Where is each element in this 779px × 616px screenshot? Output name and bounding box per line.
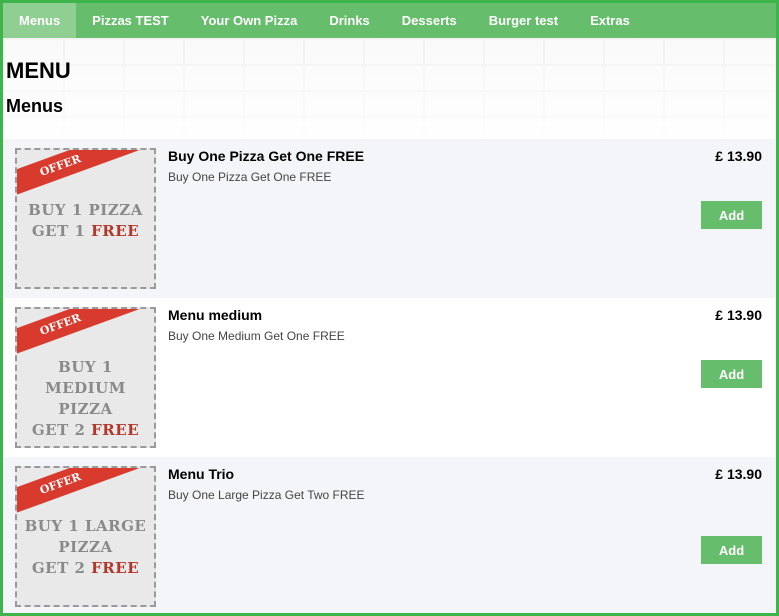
offer-text: BUY 1 MEDIUM PIZZA GET 2 FREE — [17, 357, 154, 441]
nav-item-your-own-pizza[interactable]: Your Own Pizza — [185, 3, 314, 38]
offer-line: GET 2 FREE — [31, 559, 140, 577]
menu-item: OFFER BUY 1 PIZZA GET 1 FREE Buy One Piz… — [3, 139, 776, 298]
nav-item-burger-test[interactable]: Burger test — [473, 3, 574, 38]
top-nav: Menus Pizzas TEST Your Own Pizza Drinks … — [3, 3, 776, 38]
add-button[interactable]: Add — [701, 360, 762, 388]
page-header: MENU Menus — [3, 38, 776, 138]
nav-item-menus[interactable]: Menus — [3, 3, 77, 38]
offer-ribbon — [17, 309, 154, 354]
item-description: Buy One Pizza Get One FREE — [168, 170, 332, 184]
item-image: OFFER BUY 1 LARGE PIZZA GET 2 FREE — [15, 466, 156, 607]
page-title: MENU — [6, 58, 71, 83]
nav-item-pizzas-test[interactable]: Pizzas TEST — [76, 3, 185, 38]
item-name: Menu Trio — [168, 466, 235, 482]
nav-item-drinks[interactable]: Drinks — [313, 3, 385, 38]
item-name: Menu medium — [168, 307, 263, 323]
offer-text: BUY 1 LARGE PIZZA GET 2 FREE — [17, 516, 154, 579]
header-background — [3, 38, 776, 138]
item-name: Buy One Pizza Get One FREE — [168, 148, 365, 164]
item-price: £ 13.90 — [715, 466, 762, 482]
nav-item-desserts[interactable]: Desserts — [386, 3, 473, 38]
offer-line: GET 1 FREE — [31, 222, 140, 240]
add-button[interactable]: Add — [701, 536, 762, 564]
offer-line: BUY 1 LARGE — [24, 517, 147, 535]
item-description: Buy One Medium Get One FREE — [168, 329, 345, 343]
offer-ribbon — [17, 468, 154, 513]
item-description: Buy One Large Pizza Get Two FREE — [168, 488, 365, 502]
nav-item-extras[interactable]: Extras — [574, 3, 646, 38]
offer-text: BUY 1 PIZZA GET 1 FREE — [17, 200, 154, 242]
item-image: OFFER BUY 1 PIZZA GET 1 FREE — [15, 148, 156, 289]
offer-line: PIZZA — [58, 400, 113, 418]
section-title: Menus — [6, 96, 64, 116]
item-price: £ 13.90 — [715, 148, 762, 164]
menu-item: OFFER BUY 1 LARGE PIZZA GET 2 FREE Menu … — [3, 457, 776, 613]
offer-line: GET 2 FREE — [31, 421, 140, 439]
app-frame: Menus Pizzas TEST Your Own Pizza Drinks … — [0, 0, 779, 616]
add-button[interactable]: Add — [701, 201, 762, 229]
menu-item: OFFER BUY 1 MEDIUM PIZZA GET 2 FREE Menu… — [3, 298, 776, 457]
offer-line: PIZZA — [58, 538, 113, 556]
offer-line: BUY 1 PIZZA — [28, 201, 143, 219]
item-price: £ 13.90 — [715, 307, 762, 323]
offer-line: BUY 1 MEDIUM — [45, 358, 126, 397]
item-image: OFFER BUY 1 MEDIUM PIZZA GET 2 FREE — [15, 307, 156, 448]
offer-ribbon — [17, 150, 154, 195]
